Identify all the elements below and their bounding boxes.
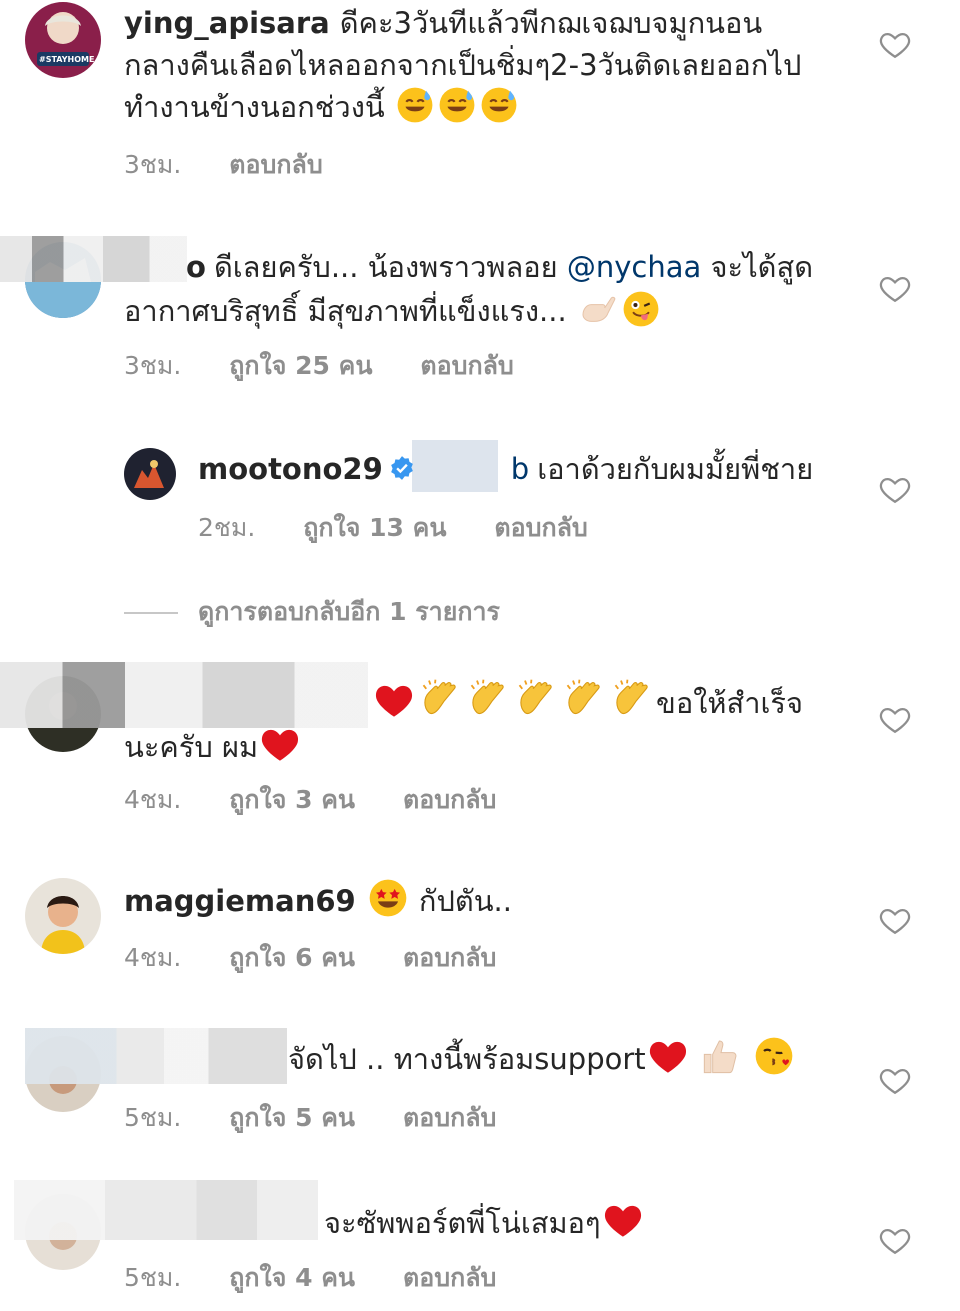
comment-meta: 5ชม. ถูกใจ 4 คน ตอบกลับ: [124, 1258, 536, 1298]
comment-text: เอาด้วยกับผมมั้ยพี่ชาย: [537, 452, 814, 486]
emoji-sweat-smile: [480, 86, 518, 124]
emoji-sweat-smile: [438, 86, 476, 124]
comment-body: ขอให้สำเร็จ นะครับ ผม: [124, 676, 824, 768]
view-more-replies-link[interactable]: ดูการตอบกลับอีก 1 รายการ: [124, 592, 500, 632]
avatar[interactable]: #STAYHOME: [25, 2, 101, 78]
emoji-clapping-hands: [418, 676, 462, 720]
comment-item: ขอให้สำเร็จ นะครับ ผม 4ชม. ถูกใจ 3 คน ตอ…: [0, 662, 960, 822]
emoji-red-heart: [374, 680, 414, 720]
comment-body: o ดีเลยครับ... น้องพราวพลอย @nychaa จะได้…: [124, 246, 844, 332]
comment-body: จัดไป .. ทางนี้พร้อมsupport: [124, 1036, 824, 1080]
likes-count[interactable]: ถูกใจ 13 คน: [303, 513, 446, 542]
comment-meta: 4ชม. ถูกใจ 3 คน ตอบกลับ: [124, 780, 536, 820]
heart-outline-icon[interactable]: [878, 903, 912, 937]
heart-outline-icon[interactable]: [878, 1063, 912, 1097]
emoji-clapping-hands: [514, 676, 558, 720]
reply-button[interactable]: ตอบกลับ: [403, 1263, 496, 1292]
emoji-call-me-hand: [578, 288, 618, 328]
comment-text: กัปตัน..: [418, 884, 512, 918]
likes-count[interactable]: ถูกใจ 4 คน: [229, 1263, 355, 1292]
comment-body: maggieman69 กัปตัน..: [124, 878, 824, 922]
verified-badge-icon: [390, 456, 413, 480]
avatar[interactable]: [124, 448, 176, 500]
comment-time: 5ชม.: [124, 1263, 182, 1292]
likes-count[interactable]: ถูกใจ 3 คน: [229, 785, 355, 814]
emoji-kissing-heart: [754, 1036, 794, 1076]
emoji-thumbs-up: [701, 1036, 741, 1076]
reply-button[interactable]: ตอบกลับ: [229, 150, 322, 179]
comment-time: 2ชม.: [198, 513, 256, 542]
comment-item: #STAYHOME ying_apisara ดีคะ3วันทีแล้วพีกฌ…: [0, 0, 960, 190]
comment-body: ying_apisara ดีคะ3วันทีแล้วพีกฌเจฌบจมูกนอ…: [124, 2, 824, 128]
reply-button[interactable]: ตอบกลับ: [420, 351, 513, 380]
likes-count[interactable]: ถูกใจ 6 คน: [229, 943, 355, 972]
comment-time: 5ชม.: [124, 1103, 182, 1132]
comment-username[interactable]: mootono29: [198, 452, 383, 486]
comment-time: 4ชม.: [124, 785, 182, 814]
comment-meta: 2ชม. ถูกใจ 13 คน ตอบกลับ: [198, 508, 628, 548]
avatar[interactable]: [25, 878, 101, 954]
divider-line: [124, 612, 178, 614]
heart-outline-icon[interactable]: [878, 702, 912, 736]
comment-text: ขอให้สำเร็จ: [656, 686, 803, 720]
comment-item: maggieman69 กัปตัน.. 4ชม. ถูกใจ 6 คน ตอบ…: [0, 872, 960, 982]
comment-meta: 3ชม. ตอบกลับ: [124, 145, 363, 185]
heart-outline-icon[interactable]: [878, 1223, 912, 1257]
mention-link[interactable]: b: [511, 452, 529, 486]
comment-item: จัดไป .. ทางนี้พร้อมsupport 5ชม. ถูกใจ 5…: [0, 1028, 960, 1148]
comment-time: 3ชม.: [124, 150, 182, 179]
reply-item: mootono29 b เอาด้วยกับผมมั้ยพี่ชาย 2ชม. ถู…: [0, 440, 960, 550]
emoji-clapping-hands: [466, 676, 510, 720]
reply-button[interactable]: ตอบกลับ: [494, 513, 587, 542]
comment-text: ดีเลยครับ... น้องพราวพลอย: [213, 250, 558, 284]
comment-time: 4ชม.: [124, 943, 182, 972]
emoji-red-heart: [603, 1200, 643, 1240]
reply-button[interactable]: ตอบกลับ: [403, 1103, 496, 1132]
comment-meta: 4ชม. ถูกใจ 6 คน ตอบกลับ: [124, 938, 536, 978]
heart-outline-icon[interactable]: [878, 472, 912, 506]
mention-link[interactable]: @nychaa: [567, 250, 701, 284]
emoji-star-struck: [368, 878, 408, 918]
view-more-replies-label: ดูการตอบกลับอีก 1 รายการ: [198, 597, 500, 626]
avatar-badge: #STAYHOME: [39, 55, 95, 64]
comment-time: 3ชม.: [124, 351, 182, 380]
comment-text: จัดไป .. ทางนี้พร้อมsupport: [288, 1042, 646, 1076]
heart-outline-icon[interactable]: [878, 271, 912, 305]
reply-button[interactable]: ตอบกลับ: [403, 943, 496, 972]
emoji-clapping-hands: [610, 676, 654, 720]
heart-outline-icon[interactable]: [878, 27, 912, 61]
comment-body: จะซัพพอร์ตพี่โน่เสมอๆ: [124, 1200, 824, 1244]
emoji-winking-tongue: [622, 290, 660, 328]
likes-count[interactable]: ถูกใจ 5 คน: [229, 1103, 355, 1132]
comment-item: o ดีเลยครับ... น้องพราวพลอย @nychaa จะได้…: [0, 236, 960, 386]
emoji-clapping-hands: [562, 676, 606, 720]
emoji-red-heart: [260, 724, 300, 764]
comment-text-continued: นะครับ ผม: [124, 730, 259, 764]
comment-meta: 5ชม. ถูกใจ 5 คน ตอบกลับ: [124, 1098, 536, 1138]
comment-username-visible-part[interactable]: o: [186, 250, 206, 284]
likes-count[interactable]: ถูกใจ 25 คน: [229, 351, 372, 380]
comment-meta: 3ชม. ถูกใจ 25 คน ตอบกลับ: [124, 346, 554, 386]
comment-username[interactable]: maggieman69: [124, 884, 356, 918]
emoji-sweat-smile: [396, 86, 434, 124]
emoji-red-heart: [648, 1036, 688, 1076]
comment-item: จะซัพพอร์ตพี่โน่เสมอๆ 5ชม. ถูกใจ 4 คน ตอ…: [0, 1180, 960, 1311]
reply-button[interactable]: ตอบกลับ: [403, 785, 496, 814]
comment-text: จะซัพพอร์ตพี่โน่เสมอๆ: [324, 1206, 601, 1240]
comment-body: mootono29 b เอาด้วยกับผมมั้ยพี่ชาย: [198, 448, 848, 490]
comment-username[interactable]: ying_apisara: [124, 6, 330, 40]
